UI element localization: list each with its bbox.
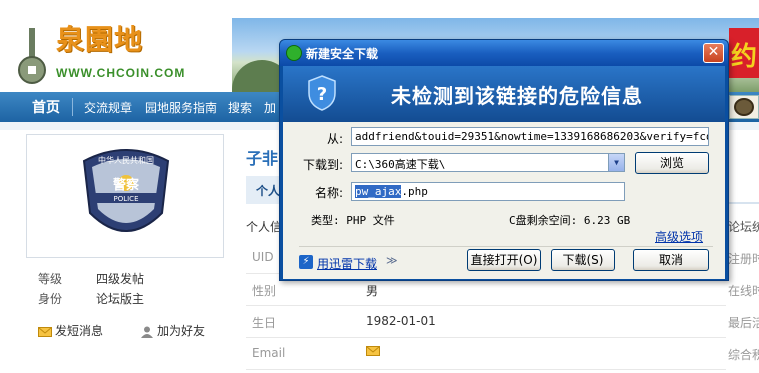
nav-item-rules[interactable]: 交流规章 — [84, 99, 132, 116]
svg-text:?: ? — [317, 84, 327, 105]
save-path-value: C:\360高速下载\ — [355, 158, 446, 171]
coin-icon — [734, 98, 754, 116]
info-value-level: 四级发帖 — [96, 272, 145, 286]
free-space: C盘剩余空间: 6.23 GB — [509, 214, 631, 227]
svg-text:警察: 警察 — [113, 177, 140, 193]
row-key-email: Email — [252, 346, 286, 360]
row-key-gender: 性别 — [252, 284, 277, 298]
logo-url: WWW.CHCOIN.COM — [56, 66, 186, 80]
source-url-field[interactable]: addfriend&touid=29351&nowtime=1339168686… — [351, 127, 709, 146]
svg-text:POLICE: POLICE — [113, 195, 138, 203]
download-button[interactable]: 下载(S) — [551, 249, 615, 271]
chevron-down-icon[interactable]: ▼ — [608, 154, 624, 171]
nav-item-more[interactable]: 加 — [264, 99, 276, 116]
filename-extension: .php — [401, 185, 428, 198]
send-message-button[interactable]: 发短消息 — [38, 322, 103, 339]
right-col-title: 论坛统 — [728, 220, 759, 234]
security-message: 未检测到该链接的危险信息 — [391, 84, 643, 108]
site-logo[interactable]: 泉園地 WWW.CHCOIN.COM — [0, 0, 232, 92]
thunder-download-link[interactable]: 用迅雷下载 — [317, 255, 377, 272]
dialog-title: 新建安全下载 — [306, 47, 379, 61]
nav-home[interactable]: 首页 — [32, 97, 60, 117]
add-friend-button[interactable]: 加为好友 — [140, 322, 205, 339]
download-dialog: 新建安全下载 ✕ ? 未检测到该链接的危险信息 从: addfriend&tou… — [279, 39, 729, 281]
table-row: 生日 1982-01-01 — [246, 306, 726, 338]
info-label-role: 身份 — [38, 292, 63, 306]
filename-label: 名称: — [314, 186, 343, 200]
file-type: 类型: PHP 文件 — [311, 214, 395, 227]
email-envelope-icon[interactable] — [366, 346, 380, 356]
filename-input[interactable]: pw_ajax.php — [351, 182, 625, 201]
profile-username: 子非 — [246, 149, 279, 168]
save-path-select[interactable]: C:\360高速下载\ ▼ — [351, 153, 625, 172]
saveto-label: 下载到: — [302, 158, 343, 172]
row-value-birthday: 1982-01-01 — [366, 314, 436, 328]
svg-text:中华人民共和国: 中华人民共和国 — [98, 155, 154, 165]
security-banner: ? 未检测到该链接的危险信息 — [283, 66, 725, 122]
section-heading: 个人信 — [246, 220, 283, 234]
browse-button[interactable]: 浏览 — [635, 152, 709, 174]
app-icon — [286, 45, 302, 61]
info-label-level: 等级 — [38, 272, 63, 286]
tab-profile[interactable]: 个人 — [246, 176, 280, 204]
table-row: Email — [246, 338, 726, 370]
right-col-item: 最后活 — [728, 316, 759, 330]
advanced-options-link[interactable]: 高级选项 — [655, 228, 703, 245]
close-button[interactable]: ✕ — [703, 43, 724, 63]
nav-coin-button[interactable] — [729, 95, 759, 119]
row-value-gender: 男 — [366, 284, 379, 298]
row-key-birthday: 生日 — [252, 316, 277, 330]
cancel-button[interactable]: 取消 — [633, 249, 709, 271]
nav-item-search[interactable]: 搜索 — [228, 99, 252, 116]
add-friend-label: 加为好友 — [157, 324, 206, 338]
banner-glyph: 约 — [730, 42, 757, 72]
expand-arrow-icon[interactable]: ≫ — [386, 254, 398, 267]
send-message-label: 发短消息 — [55, 324, 104, 338]
open-directly-button[interactable]: 直接打开(O) — [467, 249, 541, 271]
right-col-item: 综合积 — [728, 348, 759, 362]
logo-text: 泉園地 — [56, 23, 144, 56]
avatar-card: 中华人民共和国 警察 POLICE — [26, 134, 224, 258]
shield-question-icon: ? — [308, 75, 336, 111]
ancient-coin-icon — [18, 28, 46, 84]
police-badge-avatar: 中华人民共和国 警察 POLICE — [82, 149, 170, 232]
filename-selected-text: pw_ajax — [355, 185, 402, 198]
info-value-role: 论坛版主 — [96, 292, 145, 306]
user-icon — [141, 326, 153, 338]
right-col-item: 在线时 — [728, 284, 759, 298]
right-col-item: 注册时 — [728, 252, 759, 266]
row-key-uid: UID — [252, 250, 274, 264]
nav-item-guide[interactable]: 园地服务指南 — [145, 99, 217, 116]
dialog-titlebar[interactable]: 新建安全下载 ✕ — [280, 40, 728, 66]
envelope-icon — [38, 326, 52, 337]
from-label: 从: — [326, 132, 343, 146]
nav-divider — [72, 98, 73, 116]
thunder-icon: ⚡ — [299, 255, 313, 269]
divider — [299, 246, 713, 247]
dialog-body: 从: addfriend&touid=29351&nowtime=1339168… — [283, 122, 725, 279]
